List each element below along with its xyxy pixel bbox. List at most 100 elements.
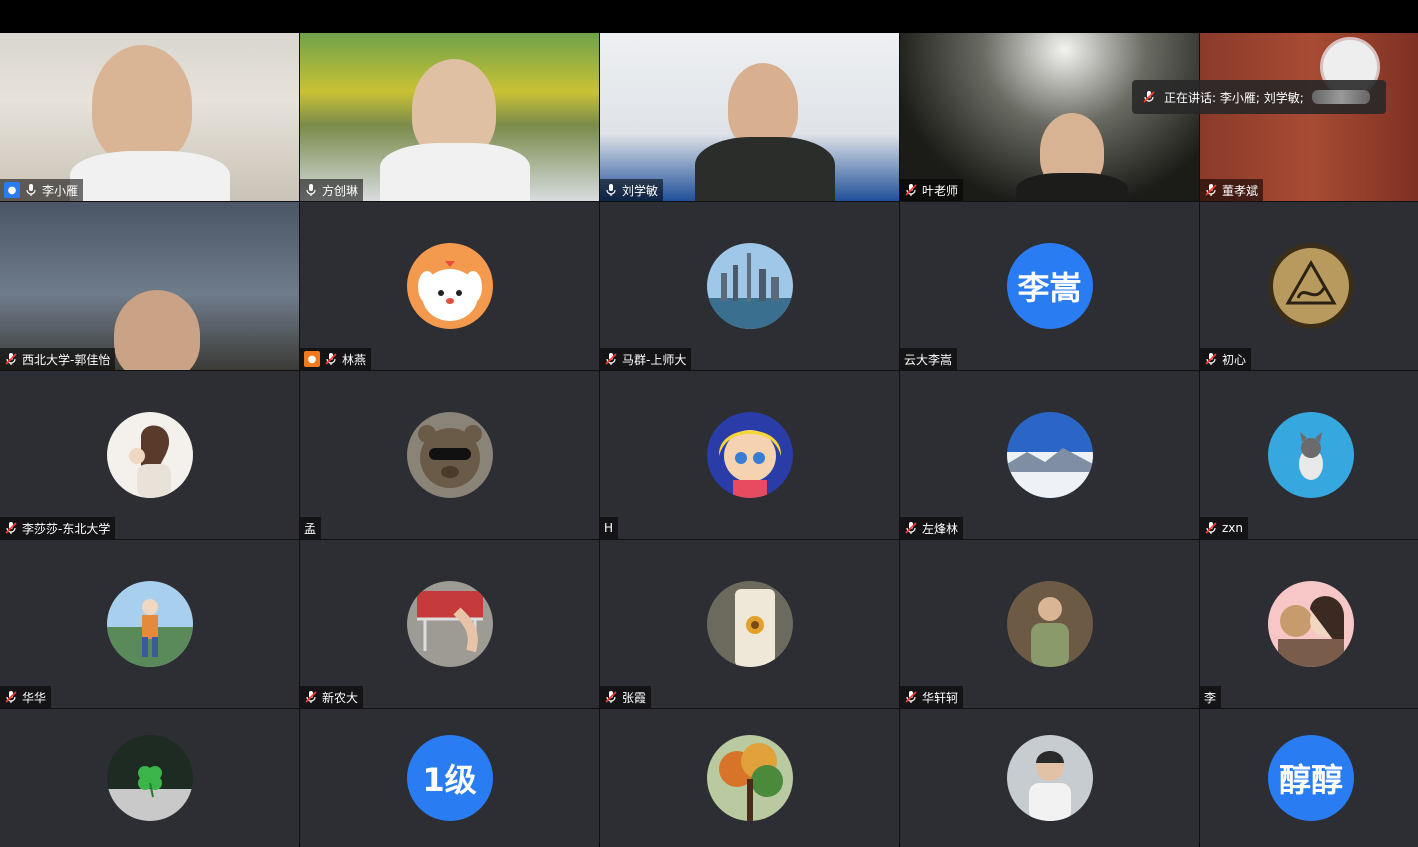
participant-name: 孟 bbox=[304, 521, 317, 536]
participant-name: 张霞 bbox=[622, 690, 647, 705]
mic-muted-icon[interactable] bbox=[904, 521, 918, 535]
participant-tile[interactable]: 张霞 bbox=[600, 540, 899, 708]
participant-tile[interactable]: 孟 bbox=[300, 371, 599, 539]
participant-video bbox=[900, 33, 1199, 201]
participant-name: H bbox=[604, 521, 614, 535]
participant-name: 李小雁 bbox=[42, 183, 79, 198]
participant-name: 李莎莎-东北大学 bbox=[22, 521, 111, 536]
participant-tile[interactable] bbox=[900, 709, 1199, 847]
participant-tile[interactable] bbox=[600, 709, 899, 847]
participant-name-tag: 张霞 bbox=[600, 686, 652, 708]
mic-icon[interactable] bbox=[304, 183, 318, 197]
participant-initials-avatar: 醇醇 bbox=[1268, 735, 1354, 821]
participant-tile[interactable]: 叶老师 bbox=[900, 33, 1199, 201]
speaking-blurred-name bbox=[1311, 90, 1370, 104]
participant-name: 云大李嵩 bbox=[904, 352, 953, 367]
participant-name-tag: 刘学敏 bbox=[600, 179, 664, 201]
participant-name-tag: 董孝斌 bbox=[1200, 179, 1264, 201]
top-bar bbox=[0, 0, 1418, 33]
participant-avatar bbox=[1268, 581, 1354, 667]
mic-muted-icon[interactable] bbox=[324, 352, 338, 366]
participant-name-tag: 李莎莎-东北大学 bbox=[0, 517, 116, 539]
mic-muted-icon[interactable] bbox=[604, 690, 618, 704]
participant-name: 新农大 bbox=[322, 690, 359, 705]
participant-tile[interactable]: 李嵩云大李嵩 bbox=[900, 202, 1199, 370]
participant-avatar bbox=[106, 412, 193, 498]
participant-avatar bbox=[1006, 735, 1093, 821]
speaking-indicator: 正在讲话: 李小雁; 刘学敏; bbox=[1132, 80, 1386, 114]
participant-avatar bbox=[706, 735, 793, 821]
participant-avatar bbox=[106, 581, 193, 667]
mic-muted-icon[interactable] bbox=[4, 690, 18, 704]
participant-name: 华轩轲 bbox=[922, 690, 959, 705]
mic-muted-icon[interactable] bbox=[1204, 352, 1218, 366]
participant-tile[interactable]: 华轩轲 bbox=[900, 540, 1199, 708]
participant-name-tag: 云大李嵩 bbox=[900, 348, 958, 370]
participant-avatar bbox=[1006, 412, 1093, 498]
participant-initials-avatar: 李嵩 bbox=[1006, 243, 1093, 329]
participant-name-tag: 初心 bbox=[1200, 348, 1252, 370]
participant-name: 马群-上师大 bbox=[622, 352, 687, 367]
participant-tile[interactable]: ● 林燕 bbox=[300, 202, 599, 370]
participant-tile[interactable]: 1级 bbox=[300, 709, 599, 847]
participant-name: 初心 bbox=[1222, 352, 1247, 367]
participant-tile[interactable]: 左烽林 bbox=[900, 371, 1199, 539]
participant-name-tag: 华轩轲 bbox=[900, 686, 964, 708]
mic-muted-icon[interactable] bbox=[1204, 183, 1218, 197]
participant-initials-avatar: 1级 bbox=[406, 735, 493, 821]
mic-muted-icon[interactable] bbox=[1204, 521, 1218, 535]
participant-tile[interactable]: 醇醇 bbox=[1200, 709, 1418, 847]
participant-name: 左烽林 bbox=[922, 521, 959, 536]
participant-avatar bbox=[706, 412, 793, 498]
participant-tile[interactable]: 马群-上师大 bbox=[600, 202, 899, 370]
participant-avatar bbox=[406, 581, 493, 667]
cohost-user-icon: ● bbox=[304, 351, 320, 367]
participant-name-tag: 马群-上师大 bbox=[600, 348, 692, 370]
mic-muted-icon[interactable] bbox=[4, 352, 18, 366]
participant-video bbox=[300, 33, 599, 201]
participant-name-tag: 方创琳 bbox=[300, 179, 364, 201]
mic-icon[interactable] bbox=[24, 183, 38, 197]
participant-name-tag: zxn bbox=[1200, 517, 1249, 539]
participant-tile[interactable]: 李 bbox=[1200, 540, 1418, 708]
participant-avatar bbox=[1268, 243, 1354, 329]
participant-tile[interactable]: 李莎莎-东北大学 bbox=[0, 371, 299, 539]
participant-tile[interactable]: H bbox=[600, 371, 899, 539]
participant-avatar bbox=[706, 243, 793, 329]
participant-tile[interactable]: 华华 bbox=[0, 540, 299, 708]
mic-muted-icon bbox=[1142, 90, 1156, 104]
participant-tile[interactable]: 方创琳 bbox=[300, 33, 599, 201]
mic-muted-icon[interactable] bbox=[604, 352, 618, 366]
participant-video bbox=[0, 33, 299, 201]
participant-tile[interactable]: ● 李小雁 bbox=[0, 33, 299, 201]
gallery-grid: ● 李小雁 方创琳 刘学敏 叶老师 董孝斌 西北大学-郭佳怡 ● 林燕 马群-上… bbox=[0, 33, 1418, 847]
mic-muted-icon[interactable] bbox=[904, 183, 918, 197]
participant-tile[interactable]: 西北大学-郭佳怡 bbox=[0, 202, 299, 370]
participant-tile[interactable] bbox=[0, 709, 299, 847]
participant-name-tag: 李 bbox=[1200, 686, 1222, 708]
participant-name: 叶老师 bbox=[922, 183, 959, 198]
participant-name-tag: 孟 bbox=[300, 517, 322, 539]
participant-tile[interactable]: 新农大 bbox=[300, 540, 599, 708]
mic-muted-icon[interactable] bbox=[904, 690, 918, 704]
participant-avatar bbox=[1268, 412, 1354, 498]
participant-name-tag: ● 李小雁 bbox=[0, 179, 84, 201]
mic-muted-icon[interactable] bbox=[304, 690, 318, 704]
participant-tile[interactable]: zxn bbox=[1200, 371, 1418, 539]
participant-video bbox=[600, 33, 899, 201]
participant-tile[interactable]: 初心 bbox=[1200, 202, 1418, 370]
participant-name-tag: 左烽林 bbox=[900, 517, 964, 539]
participant-name: 华华 bbox=[22, 690, 47, 705]
participant-video bbox=[0, 202, 299, 370]
mic-muted-icon[interactable] bbox=[4, 521, 18, 535]
participant-name-tag: 华华 bbox=[0, 686, 52, 708]
participant-name-tag: 西北大学-郭佳怡 bbox=[0, 348, 116, 370]
participant-tile[interactable]: 刘学敏 bbox=[600, 33, 899, 201]
participant-avatar bbox=[1006, 581, 1093, 667]
participant-tile[interactable]: 董孝斌 bbox=[1200, 33, 1418, 201]
participant-avatar bbox=[706, 581, 793, 667]
participant-name-tag: H bbox=[600, 517, 619, 539]
participant-name-tag: ● 林燕 bbox=[300, 348, 372, 370]
participant-name: 董孝斌 bbox=[1222, 183, 1259, 198]
mic-icon[interactable] bbox=[604, 183, 618, 197]
